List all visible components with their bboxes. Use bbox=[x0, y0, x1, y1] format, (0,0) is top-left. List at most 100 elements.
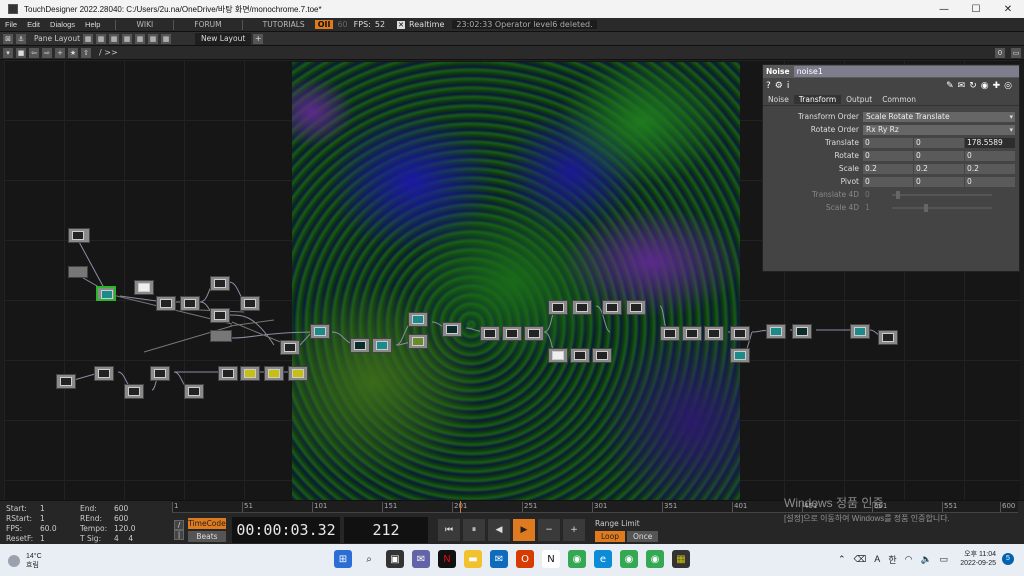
node-ii[interactable] bbox=[184, 384, 204, 399]
wiki-link[interactable]: WIKI bbox=[126, 20, 163, 29]
beats-mode-button[interactable]: Beats bbox=[188, 531, 226, 542]
layout-grid-icon-1[interactable]: ▦ bbox=[83, 33, 94, 44]
rotate-x-field[interactable]: 0 bbox=[863, 150, 913, 161]
add-icon[interactable]: + bbox=[55, 47, 65, 58]
expand-icon[interactable]: / bbox=[174, 520, 184, 530]
loop-button[interactable]: Loop bbox=[595, 530, 625, 542]
menu-help[interactable]: Help bbox=[80, 20, 105, 29]
timecode-display[interactable]: 00:00:03.32 bbox=[232, 517, 340, 543]
node-o[interactable] bbox=[524, 326, 544, 341]
node-s[interactable] bbox=[626, 300, 646, 315]
search-icon[interactable]: ⌕ bbox=[360, 550, 378, 568]
node-y[interactable] bbox=[704, 326, 724, 341]
start-icon[interactable]: ⊞ bbox=[334, 550, 352, 568]
menu-file[interactable]: File bbox=[0, 20, 22, 29]
node-m[interactable] bbox=[480, 326, 500, 341]
node-white[interactable] bbox=[134, 280, 154, 295]
network-path[interactable]: / >> bbox=[99, 48, 118, 57]
tab-noise[interactable]: Noise bbox=[763, 95, 794, 104]
add-icon[interactable]: ✚ bbox=[993, 81, 1001, 91]
forward-icon[interactable]: ⇨ bbox=[42, 47, 52, 58]
node-kk[interactable] bbox=[240, 366, 260, 381]
node-dd[interactable] bbox=[878, 330, 898, 345]
rotate-z-field[interactable]: 0 bbox=[965, 150, 1015, 161]
node-bb[interactable] bbox=[792, 324, 812, 339]
volume-icon[interactable]: 🔈 bbox=[920, 554, 931, 565]
edit-icon[interactable]: ✎ bbox=[946, 81, 954, 91]
translate-4d-field[interactable]: 0 bbox=[863, 190, 891, 200]
lang-a[interactable]: A bbox=[874, 554, 880, 564]
home-icon[interactable]: ■ bbox=[16, 47, 26, 58]
node-gg[interactable] bbox=[124, 384, 144, 399]
layout-grid-icon-4[interactable]: ▦ bbox=[122, 33, 133, 44]
translate-y-field[interactable]: 0 bbox=[914, 137, 964, 148]
star-icon[interactable]: ★ bbox=[68, 47, 78, 58]
edge-icon[interactable]: e bbox=[594, 550, 612, 568]
node-v[interactable] bbox=[592, 348, 612, 363]
eraser-icon[interactable]: ⌫ bbox=[854, 554, 867, 565]
node-t[interactable] bbox=[548, 348, 568, 363]
node-u[interactable] bbox=[570, 348, 590, 363]
node-z2[interactable] bbox=[730, 348, 750, 363]
chevron-up-icon[interactable]: ⌃ bbox=[838, 554, 846, 565]
add-layout-button[interactable]: + bbox=[253, 33, 264, 44]
office-icon[interactable]: O bbox=[516, 550, 534, 568]
pivot-x-field[interactable]: 0 bbox=[863, 176, 913, 187]
file-explorer-icon[interactable]: ▬ bbox=[464, 550, 482, 568]
back-icon[interactable]: ⇦ bbox=[29, 47, 39, 58]
menu-edit[interactable]: Edit bbox=[22, 20, 45, 29]
node-l[interactable] bbox=[442, 322, 462, 337]
node-aa[interactable] bbox=[766, 324, 786, 339]
node-p[interactable] bbox=[548, 300, 568, 315]
help-icon[interactable]: ? bbox=[766, 81, 771, 91]
chrome-profile-2-icon[interactable]: ◉ bbox=[646, 550, 664, 568]
tutorials-link[interactable]: TUTORIALS bbox=[253, 20, 315, 29]
node-b[interactable] bbox=[180, 296, 200, 311]
node-n[interactable] bbox=[502, 326, 522, 341]
scale-y-field[interactable]: 0.2 bbox=[914, 163, 964, 174]
pane-options-icon[interactable]: ▭ bbox=[1011, 47, 1021, 58]
play-reverse-button[interactable]: ◀ bbox=[488, 519, 510, 541]
node-i[interactable] bbox=[372, 338, 392, 353]
mail-icon[interactable]: ✉ bbox=[490, 550, 508, 568]
oii-badge[interactable]: OII bbox=[314, 20, 334, 29]
node-c[interactable] bbox=[210, 276, 230, 291]
node-j[interactable] bbox=[408, 312, 428, 327]
pane-split-icon[interactable]: ⊠ bbox=[3, 33, 13, 44]
scale-4d-field[interactable]: 1 bbox=[863, 203, 891, 213]
timecode-mode-button[interactable]: TimeCode bbox=[188, 518, 226, 529]
rend-value[interactable]: 600 bbox=[114, 514, 154, 524]
node-ee[interactable] bbox=[56, 374, 76, 389]
node-hh[interactable] bbox=[150, 366, 170, 381]
chrome-profile-icon[interactable]: ◉ bbox=[620, 550, 638, 568]
tsig-value[interactable]: 4 4 bbox=[114, 534, 154, 544]
comment-icon[interactable]: ✉ bbox=[958, 81, 966, 91]
translate-4d-slider[interactable] bbox=[892, 190, 992, 200]
pause-button[interactable]: ⏸ bbox=[463, 519, 485, 541]
target-icon[interactable]: ◎ bbox=[1004, 81, 1012, 91]
python-icon[interactable]: ◉ bbox=[981, 81, 989, 91]
python-help-icon[interactable]: ⚙ bbox=[775, 81, 783, 91]
lang-korean[interactable]: 한 bbox=[888, 553, 896, 566]
once-button[interactable]: Once bbox=[627, 530, 659, 542]
node-jj[interactable] bbox=[218, 366, 238, 381]
battery-icon[interactable]: ▭ bbox=[940, 554, 949, 565]
node-a[interactable] bbox=[156, 296, 176, 311]
info-icon[interactable]: i bbox=[787, 81, 790, 91]
forum-link[interactable]: FORUM bbox=[184, 20, 231, 29]
layout-grid-icon-3[interactable]: ▦ bbox=[109, 33, 120, 44]
chat-icon[interactable]: ✉ bbox=[412, 550, 430, 568]
rotate-order-menu[interactable]: Rx Ry Rz bbox=[863, 124, 1015, 135]
scale-x-field[interactable]: 0.2 bbox=[863, 163, 913, 174]
end-value[interactable]: 600 bbox=[114, 504, 154, 514]
task-view-icon[interactable]: ▣ bbox=[386, 550, 404, 568]
chrome-icon[interactable]: ◉ bbox=[568, 550, 586, 568]
node-q[interactable] bbox=[572, 300, 592, 315]
node-mm[interactable] bbox=[288, 366, 308, 381]
close-button[interactable]: ✕ bbox=[992, 0, 1024, 18]
layout-grid-icon-5[interactable]: ▦ bbox=[135, 33, 146, 44]
start-value[interactable]: 1 bbox=[40, 504, 80, 514]
scale-z-field[interactable]: 0.2 bbox=[965, 163, 1015, 174]
collapse-icon[interactable]: | bbox=[174, 530, 184, 540]
rewind-button[interactable]: ⏮ bbox=[438, 519, 460, 541]
